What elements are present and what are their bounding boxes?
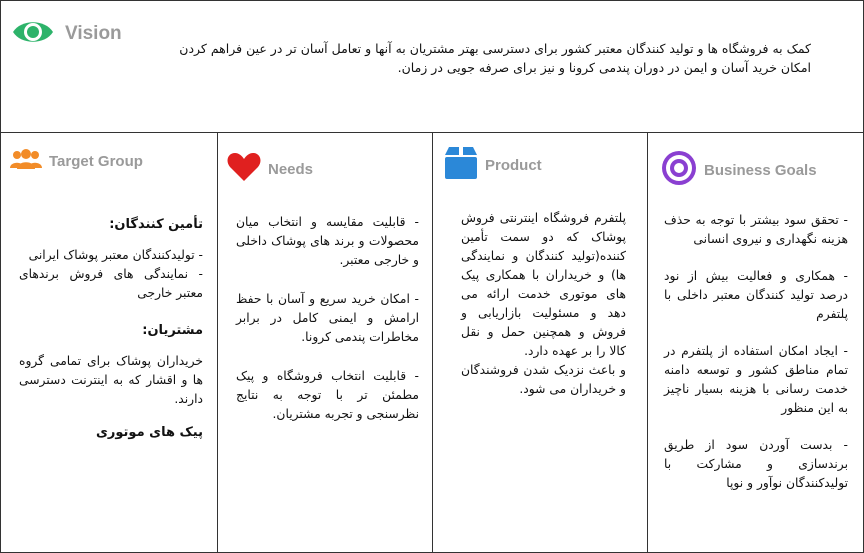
need-item: - امکان خرید سریع و آسان با حفظ ارامش و … (236, 292, 419, 344)
customer-item: خریداران پوشاک برای تمامی گروه ها و اقشا… (19, 354, 203, 406)
vision-header: Vision (11, 15, 122, 53)
product-description-2: و باعث نزدیک شدن فروشندگان و خریداران می… (461, 363, 626, 396)
lean-canvas-board: Vision کمک به فروشگاه ها و تولید کنندگان… (0, 0, 864, 553)
target-group-title: Target Group (49, 152, 143, 170)
target-group-header: Target Group (9, 147, 143, 175)
vision-statement: کمک به فروشگاه ها و تولید کنندگان معتبر … (179, 41, 811, 75)
needs-body: - قابلیت مقایسه و انتخاب میان محصولات و … (236, 213, 419, 438)
business-goals-section: Business Goals - تحقق سود بیشتر با توجه … (647, 133, 864, 552)
needs-header: Needs (226, 151, 313, 187)
people-icon (9, 147, 43, 175)
vision-title: Vision (65, 23, 122, 44)
need-item: - قابلیت انتخاب فروشگاه و پیک مطمئن تر ب… (236, 369, 419, 421)
product-header: Product (443, 145, 542, 185)
suppliers-heading: تأمین کنندگان: (109, 217, 203, 232)
business-goals-title: Business Goals (704, 161, 817, 179)
needs-section: Needs - قابلیت مقایسه و انتخاب میان محصو… (217, 133, 433, 552)
target-icon (660, 149, 698, 191)
goal-item: - بدست آوردن سود از طریق برندسازی و مشار… (664, 438, 848, 490)
business-goals-body: - تحقق سود بیشتر با توجه به حذف هزینه نگ… (664, 211, 848, 507)
box-icon (443, 145, 479, 185)
needs-title: Needs (268, 160, 314, 178)
supplier-item: - نمایندگی های فروش برندهای معتبر خارجی (19, 267, 203, 300)
need-item: - قابلیت مقایسه و انتخاب میان محصولات و … (236, 215, 419, 267)
target-group-body: تأمین کنندگان: - تولیدکنندگان معتبر پوشا… (19, 215, 203, 456)
product-section: Product پلتفرم فروشگاه اینترنتی فروش پوش… (432, 133, 648, 552)
target-group-section: Target Group تأمین کنندگان: - تولیدکنندگ… (1, 133, 217, 552)
couriers-label: پیک های موتوری (96, 425, 203, 440)
product-body: پلتفرم فروشگاه اینترنتی فروش پوشاک که دو… (461, 209, 626, 413)
customers-heading: مشتریان: (142, 323, 203, 338)
vision-section: Vision کمک به فروشگاه ها و تولید کنندگان… (1, 1, 863, 133)
eye-icon (11, 15, 55, 53)
goal-item: - تحقق سود بیشتر با توجه به حذف هزینه نگ… (664, 213, 848, 246)
supplier-item: - تولیدکنندگان معتبر پوشاک ایرانی (28, 248, 203, 262)
business-goals-header: Business Goals (660, 149, 817, 191)
product-description: پلتفرم فروشگاه اینترنتی فروش پوشاک که دو… (461, 211, 626, 358)
goal-item: - همکاری و فعالیت بیش از نود درصد تولید … (664, 269, 848, 321)
product-title: Product (485, 156, 542, 174)
goal-item: - ایجاد امکان استفاده از پلتفرم در تمام … (664, 344, 848, 415)
heart-icon (226, 151, 262, 187)
